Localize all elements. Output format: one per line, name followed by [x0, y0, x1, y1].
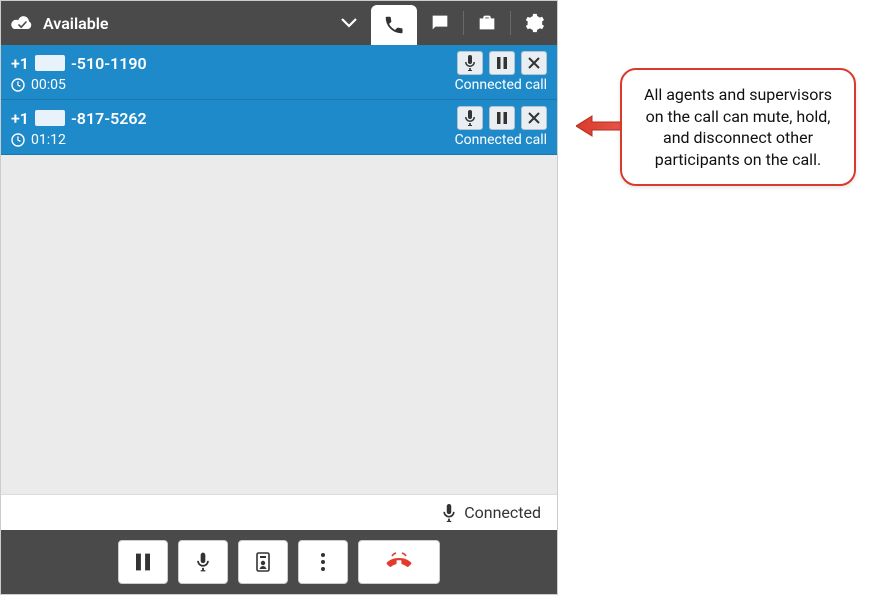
- microphone-icon: [464, 55, 476, 71]
- gear-icon: [523, 12, 545, 34]
- status-chevron-down-icon[interactable]: [327, 18, 371, 28]
- tab-chat[interactable]: [417, 1, 463, 45]
- contacts-icon: [254, 552, 272, 572]
- call-row: +1 -817-5262: [1, 100, 557, 155]
- call-row: +1 -510-1190: [1, 45, 557, 100]
- clock-icon: [11, 78, 25, 92]
- chat-icon: [429, 12, 451, 34]
- hold-button[interactable]: [118, 540, 168, 584]
- header-bar: Available: [1, 1, 557, 45]
- call-timer: 01:12: [11, 132, 66, 148]
- participant-controls: [457, 106, 547, 130]
- phone-icon: [383, 14, 405, 36]
- agent-status-label: Available: [43, 14, 108, 33]
- agent-status-area[interactable]: Available: [1, 13, 327, 33]
- phone-prefix: +1: [11, 54, 29, 73]
- mute-participant-button[interactable]: [457, 51, 483, 75]
- more-button[interactable]: [298, 540, 348, 584]
- call-timer: 00:05: [11, 77, 66, 93]
- hold-participant-button[interactable]: [489, 106, 515, 130]
- dialpad-button[interactable]: [238, 540, 288, 584]
- tab-bar: [371, 1, 557, 45]
- body-area: [1, 155, 557, 494]
- contact-control-panel: Available: [0, 0, 558, 595]
- end-call-button[interactable]: [358, 540, 440, 584]
- microphone-icon: [442, 504, 456, 522]
- phone-number: +1 -510-1190: [11, 54, 147, 73]
- tab-tasks[interactable]: [464, 1, 510, 45]
- phone-suffix: -817-5262: [71, 109, 147, 128]
- close-icon: [528, 57, 540, 69]
- call-status: Connected call: [455, 132, 547, 148]
- bottom-toolbar: [1, 530, 557, 594]
- disconnect-participant-button[interactable]: [521, 106, 547, 130]
- mute-participant-button[interactable]: [457, 106, 483, 130]
- pause-icon: [497, 112, 507, 124]
- cloud-icon: [9, 13, 35, 33]
- tab-phone[interactable]: [371, 5, 417, 45]
- participant-controls: [457, 51, 547, 75]
- pause-icon: [497, 57, 507, 69]
- hangup-icon: [384, 552, 414, 572]
- phone-number: +1 -817-5262: [11, 109, 147, 128]
- callout-text: All agents and supervisors on the call c…: [644, 85, 832, 169]
- more-vertical-icon: [320, 552, 326, 572]
- disconnect-participant-button[interactable]: [521, 51, 547, 75]
- mute-button[interactable]: [178, 540, 228, 584]
- call-duration: 00:05: [31, 77, 66, 93]
- phone-prefix: +1: [11, 109, 29, 128]
- connection-status-label: Connected: [464, 503, 541, 522]
- call-duration: 01:12: [31, 132, 66, 148]
- briefcase-icon: [476, 12, 498, 34]
- tab-settings[interactable]: [511, 1, 557, 45]
- pause-icon: [136, 553, 150, 571]
- close-icon: [528, 112, 540, 124]
- clock-icon: [11, 133, 25, 147]
- callout-arrow-icon: [576, 114, 626, 138]
- annotation-callout: All agents and supervisors on the call c…: [620, 68, 856, 186]
- call-status: Connected call: [455, 77, 547, 93]
- redacted-segment: [35, 110, 65, 126]
- connection-status-strip: Connected: [1, 494, 557, 530]
- microphone-icon: [196, 552, 210, 572]
- redacted-segment: [35, 55, 65, 71]
- phone-suffix: -510-1190: [71, 54, 147, 73]
- microphone-icon: [464, 110, 476, 126]
- hold-participant-button[interactable]: [489, 51, 515, 75]
